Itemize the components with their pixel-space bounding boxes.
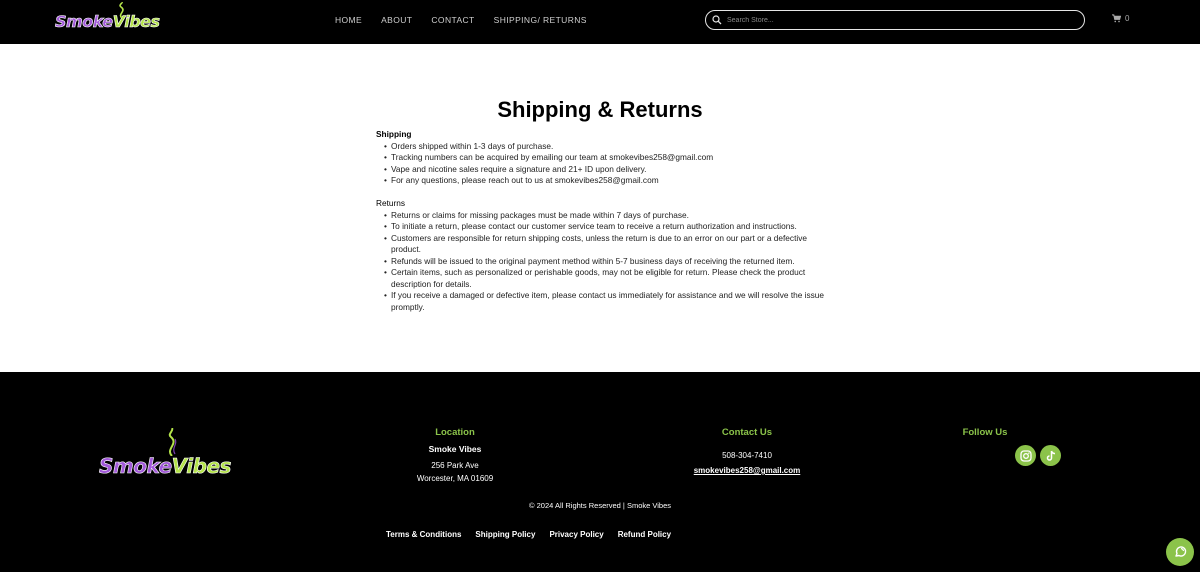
logo-text-smoke: Smoke: [55, 12, 114, 32]
nav-contact[interactable]: CONTACT: [431, 15, 474, 25]
list-item: Certain items, such as personalized or p…: [384, 267, 826, 290]
location-street: 256 Park Ave: [431, 461, 479, 470]
smoke-swirl-icon: [119, 2, 124, 18]
list-item: Orders shipped within 1-3 days of purcha…: [384, 141, 826, 153]
cart-count: 0: [1125, 14, 1130, 23]
contact-phone[interactable]: 508-304-7410: [687, 451, 807, 460]
main-content: Shipping & Returns Shipping Orders shipp…: [0, 44, 1200, 372]
location-city: Worcester, MA 01609: [416, 474, 494, 483]
page-title: Shipping & Returns: [497, 97, 703, 122]
tiktok-button[interactable]: [1040, 445, 1061, 466]
refund-policy-link[interactable]: Refund Policy: [618, 530, 671, 539]
terms-link[interactable]: Terms & Conditions: [386, 530, 461, 539]
chat-icon: [1175, 546, 1187, 557]
nav-shipping-returns[interactable]: SHIPPING/ RETURNS: [494, 15, 587, 25]
search-bar[interactable]: [705, 10, 1085, 30]
cart-icon: [1112, 14, 1121, 23]
chat-button[interactable]: [1166, 538, 1194, 566]
tiktok-icon: [1046, 450, 1055, 461]
copyright-text: © 2024 All Rights Reserved | Smoke Vibes: [529, 501, 671, 510]
location-name: Smoke Vibes: [428, 444, 482, 454]
footer-logo[interactable]: SmokeVibes: [99, 428, 232, 479]
main-nav: HOME ABOUT CONTACT SHIPPING/ RETURNS: [335, 0, 606, 40]
privacy-policy-link[interactable]: Privacy Policy: [549, 530, 603, 539]
list-item: Refunds will be issued to the original p…: [384, 256, 826, 268]
logo-text-vibes: Vibes: [171, 454, 231, 479]
contact-email-link[interactable]: smokevibes258@gmail.com: [672, 466, 822, 475]
instagram-button[interactable]: [1015, 445, 1036, 466]
legal-links: Terms & Conditions Shipping Policy Priva…: [386, 530, 685, 539]
location-title: Location: [435, 427, 475, 438]
header-logo[interactable]: SmokeVibes: [55, 2, 160, 32]
smoke-swirl-icon: [168, 428, 177, 456]
shipping-list: Orders shipped within 1-3 days of purcha…: [376, 141, 826, 187]
list-item: Tracking numbers can be acquired by emai…: [384, 152, 826, 164]
instagram-icon: [1019, 449, 1032, 462]
shipping-policy-link[interactable]: Shipping Policy: [475, 530, 535, 539]
shipping-heading: Shipping: [376, 129, 412, 139]
search-input[interactable]: [727, 16, 1067, 24]
returns-list: Returns or claims for missing packages m…: [376, 210, 826, 314]
list-item: Vape and nicotine sales require a signat…: [384, 164, 826, 176]
contact-title: Contact Us: [721, 427, 773, 438]
list-item: Customers are responsible for return shi…: [384, 233, 826, 256]
list-item: For any questions, please reach out to u…: [384, 175, 826, 187]
site-footer: SmokeVibes Location Smoke Vibes 256 Park…: [0, 372, 1200, 572]
list-item: Returns or claims for missing packages m…: [384, 210, 826, 222]
nav-home[interactable]: HOME: [335, 15, 362, 25]
cart-button[interactable]: 0: [1112, 14, 1129, 23]
returns-heading: Returns: [376, 198, 406, 208]
logo-text-smoke: Smoke: [99, 454, 173, 479]
nav-about[interactable]: ABOUT: [381, 15, 412, 25]
site-header: SmokeVibes HOME ABOUT CONTACT SHIPPING/ …: [0, 0, 1200, 44]
list-item: If you receive a damaged or defective it…: [384, 290, 826, 313]
follow-title: Follow Us: [962, 427, 1008, 438]
list-item: To initiate a return, please contact our…: [384, 221, 826, 233]
policy-content: Shipping Orders shipped within 1-3 days …: [376, 129, 826, 313]
search-icon[interactable]: [712, 15, 722, 25]
